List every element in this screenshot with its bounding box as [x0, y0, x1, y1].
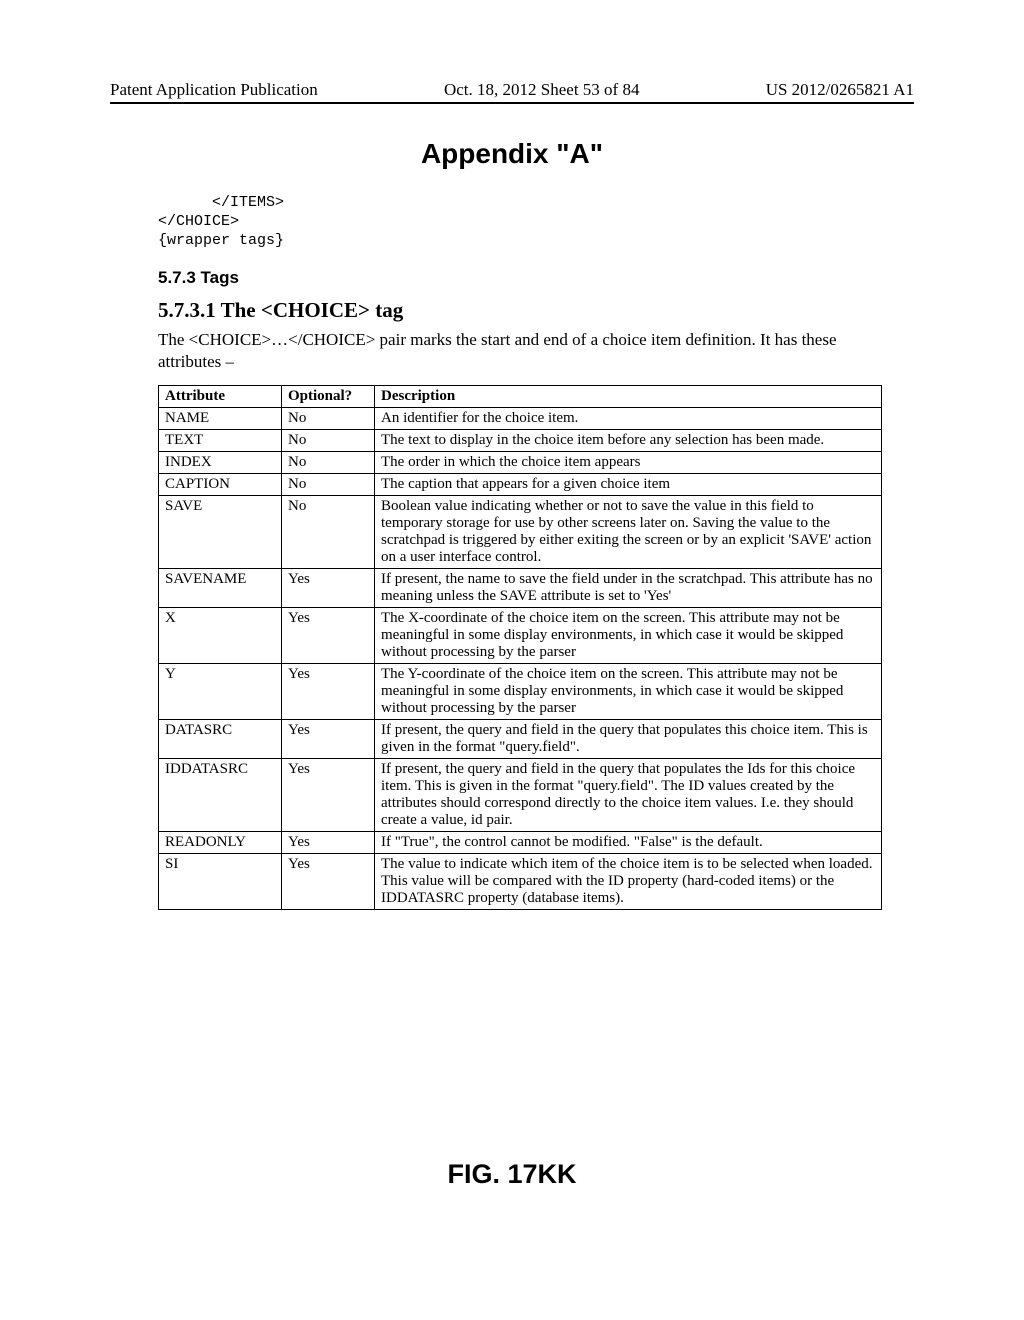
- page-header: Patent Application Publication Oct. 18, …: [110, 80, 914, 104]
- cell-description: If present, the query and field in the q…: [375, 720, 882, 759]
- cell-description: An identifier for the choice item.: [375, 408, 882, 430]
- table-row: SAVENAMEYesIf present, the name to save …: [159, 569, 882, 608]
- patent-page: Patent Application Publication Oct. 18, …: [0, 0, 1024, 1320]
- cell-description: Boolean value indicating whether or not …: [375, 496, 882, 569]
- table-row: TEXTNoThe text to display in the choice …: [159, 430, 882, 452]
- cell-attribute: SI: [159, 854, 282, 910]
- cell-optional: No: [282, 430, 375, 452]
- table-header-row: Attribute Optional? Description: [159, 386, 882, 408]
- cell-optional: Yes: [282, 854, 375, 910]
- table-row: NAMENoAn identifier for the choice item.: [159, 408, 882, 430]
- cell-attribute: SAVENAME: [159, 569, 282, 608]
- appendix-title: Appendix "A": [110, 138, 914, 170]
- cell-optional: No: [282, 496, 375, 569]
- table-row: XYesThe X-coordinate of the choice item …: [159, 608, 882, 664]
- cell-description: The caption that appears for a given cho…: [375, 474, 882, 496]
- cell-optional: No: [282, 408, 375, 430]
- cell-optional: No: [282, 452, 375, 474]
- cell-attribute: READONLY: [159, 832, 282, 854]
- cell-optional: No: [282, 474, 375, 496]
- cell-description: The Y-coordinate of the choice item on t…: [375, 664, 882, 720]
- table-row: INDEXNoThe order in which the choice ite…: [159, 452, 882, 474]
- cell-attribute: CAPTION: [159, 474, 282, 496]
- cell-optional: Yes: [282, 608, 375, 664]
- header-right: US 2012/0265821 A1: [766, 80, 914, 100]
- cell-optional: Yes: [282, 569, 375, 608]
- cell-description: The X-coordinate of the choice item on t…: [375, 608, 882, 664]
- th-attribute: Attribute: [159, 386, 282, 408]
- cell-attribute: Y: [159, 664, 282, 720]
- th-description: Description: [375, 386, 882, 408]
- cell-attribute: NAME: [159, 408, 282, 430]
- attribute-table: Attribute Optional? Description NAMENoAn…: [158, 385, 882, 910]
- cell-attribute: IDDATASRC: [159, 759, 282, 832]
- th-optional: Optional?: [282, 386, 375, 408]
- cell-description: If present, the name to save the field u…: [375, 569, 882, 608]
- cell-description: The value to indicate which item of the …: [375, 854, 882, 910]
- section-heading: 5.7.3 Tags: [158, 268, 914, 288]
- table-row: SAVENoBoolean value indicating whether o…: [159, 496, 882, 569]
- table-row: SIYesThe value to indicate which item of…: [159, 854, 882, 910]
- subsection-heading: 5.7.3.1 The <CHOICE> tag: [158, 298, 914, 323]
- cell-description: If "True", the control cannot be modifie…: [375, 832, 882, 854]
- table-row: DATASRCYesIf present, the query and fiel…: [159, 720, 882, 759]
- cell-optional: Yes: [282, 832, 375, 854]
- intro-paragraph: The <CHOICE>…</CHOICE> pair marks the st…: [158, 329, 904, 373]
- cell-attribute: SAVE: [159, 496, 282, 569]
- cell-attribute: X: [159, 608, 282, 664]
- table-row: CAPTIONNoThe caption that appears for a …: [159, 474, 882, 496]
- figure-label: FIG. 17KK: [0, 1159, 1024, 1190]
- cell-attribute: DATASRC: [159, 720, 282, 759]
- header-center: Oct. 18, 2012 Sheet 53 of 84: [444, 80, 639, 100]
- table-row: READONLYYesIf "True", the control cannot…: [159, 832, 882, 854]
- header-left: Patent Application Publication: [110, 80, 318, 100]
- code-snippet: </ITEMS> </CHOICE> {wrapper tags}: [158, 194, 914, 250]
- table-row: YYesThe Y-coordinate of the choice item …: [159, 664, 882, 720]
- cell-description: The order in which the choice item appea…: [375, 452, 882, 474]
- cell-description: If present, the query and field in the q…: [375, 759, 882, 832]
- cell-optional: Yes: [282, 720, 375, 759]
- cell-optional: Yes: [282, 664, 375, 720]
- cell-description: The text to display in the choice item b…: [375, 430, 882, 452]
- cell-optional: Yes: [282, 759, 375, 832]
- cell-attribute: INDEX: [159, 452, 282, 474]
- table-row: IDDATASRCYesIf present, the query and fi…: [159, 759, 882, 832]
- cell-attribute: TEXT: [159, 430, 282, 452]
